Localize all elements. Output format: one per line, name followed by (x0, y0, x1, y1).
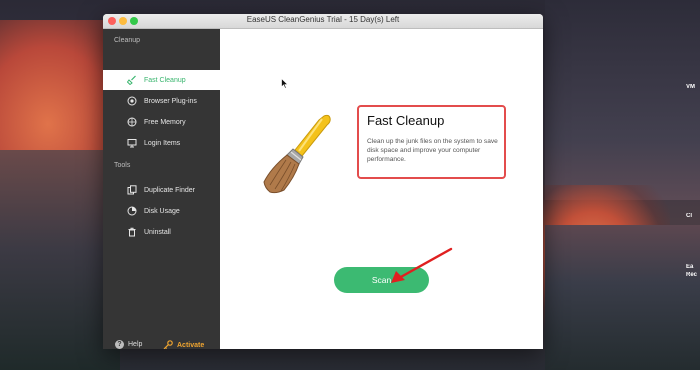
help-icon: ? (115, 340, 124, 349)
sidebar-item-disk-usage[interactable]: Disk Usage (103, 201, 220, 221)
pie-chart-icon (127, 206, 137, 216)
browser-icon (127, 96, 137, 106)
sidebar-item-label: Fast Cleanup (144, 76, 186, 84)
sidebar-item-label: Free Memory (144, 118, 186, 126)
paintbrush-icon (262, 112, 334, 202)
feature-description-box: Fast Cleanup Clean up the junk files on … (357, 105, 506, 179)
sidebar-item-login-items[interactable]: Login Items (103, 133, 220, 153)
duplicate-icon (127, 185, 137, 195)
desktop-icon-label[interactable]: VM (686, 84, 700, 90)
desktop-icon-label[interactable]: Rec (686, 272, 700, 278)
sidebar-item-label: Disk Usage (144, 207, 180, 215)
sidebar-item-label: Login Items (144, 139, 181, 147)
section-title-cleanup: Cleanup (114, 37, 141, 44)
wallpaper-sky-right (545, 0, 700, 200)
sidebar-item-label: Browser Plug-ins (144, 97, 197, 105)
desktop-icon-label[interactable]: Ea (686, 264, 700, 270)
desktop-icon-label[interactable]: Cl (686, 213, 700, 219)
window-title: EaseUS CleanGenius Trial - 15 Day(s) Lef… (246, 15, 400, 24)
sidebar-item-label: Duplicate Finder (144, 186, 195, 194)
mouse-pointer-icon (281, 76, 289, 94)
sidebar-item-label: Uninstall (144, 228, 171, 236)
annotation-arrow-icon (385, 246, 455, 291)
memory-icon (127, 117, 137, 127)
section-title-tools: Tools (114, 162, 131, 169)
main-panel: Fast Cleanup Clean up the junk files on … (220, 29, 543, 349)
sidebar-item-duplicate-finder[interactable]: Duplicate Finder (103, 180, 220, 200)
activate-label: Activate (177, 341, 205, 349)
feature-title: Fast Cleanup (367, 113, 445, 128)
wallpaper-rock-right (545, 225, 700, 370)
broom-icon (127, 75, 137, 85)
sidebar-item-free-memory[interactable]: Free Memory (103, 112, 220, 132)
sidebar-item-fast-cleanup[interactable]: Fast Cleanup (103, 70, 220, 90)
wallpaper-rock-left (0, 150, 120, 370)
app-window: EaseUS CleanGenius Trial - 15 Day(s) Lef… (103, 14, 543, 349)
trash-icon (127, 227, 137, 237)
title-bar[interactable]: EaseUS CleanGenius Trial - 15 Day(s) Lef… (103, 14, 543, 29)
monitor-icon (127, 138, 137, 148)
key-icon (163, 340, 173, 349)
feature-description: Clean up the junk files on the system to… (367, 138, 498, 163)
sidebar-item-uninstall[interactable]: Uninstall (103, 222, 220, 242)
activate-button[interactable]: Activate (163, 340, 204, 349)
help-button[interactable]: ? Help (115, 340, 142, 349)
help-label: Help (128, 341, 143, 348)
sidebar-item-browser-plugins[interactable]: Browser Plug-ins (103, 91, 220, 111)
sidebar: Cleanup Fast Cleanup Browser Plug-ins Fr… (103, 29, 220, 349)
